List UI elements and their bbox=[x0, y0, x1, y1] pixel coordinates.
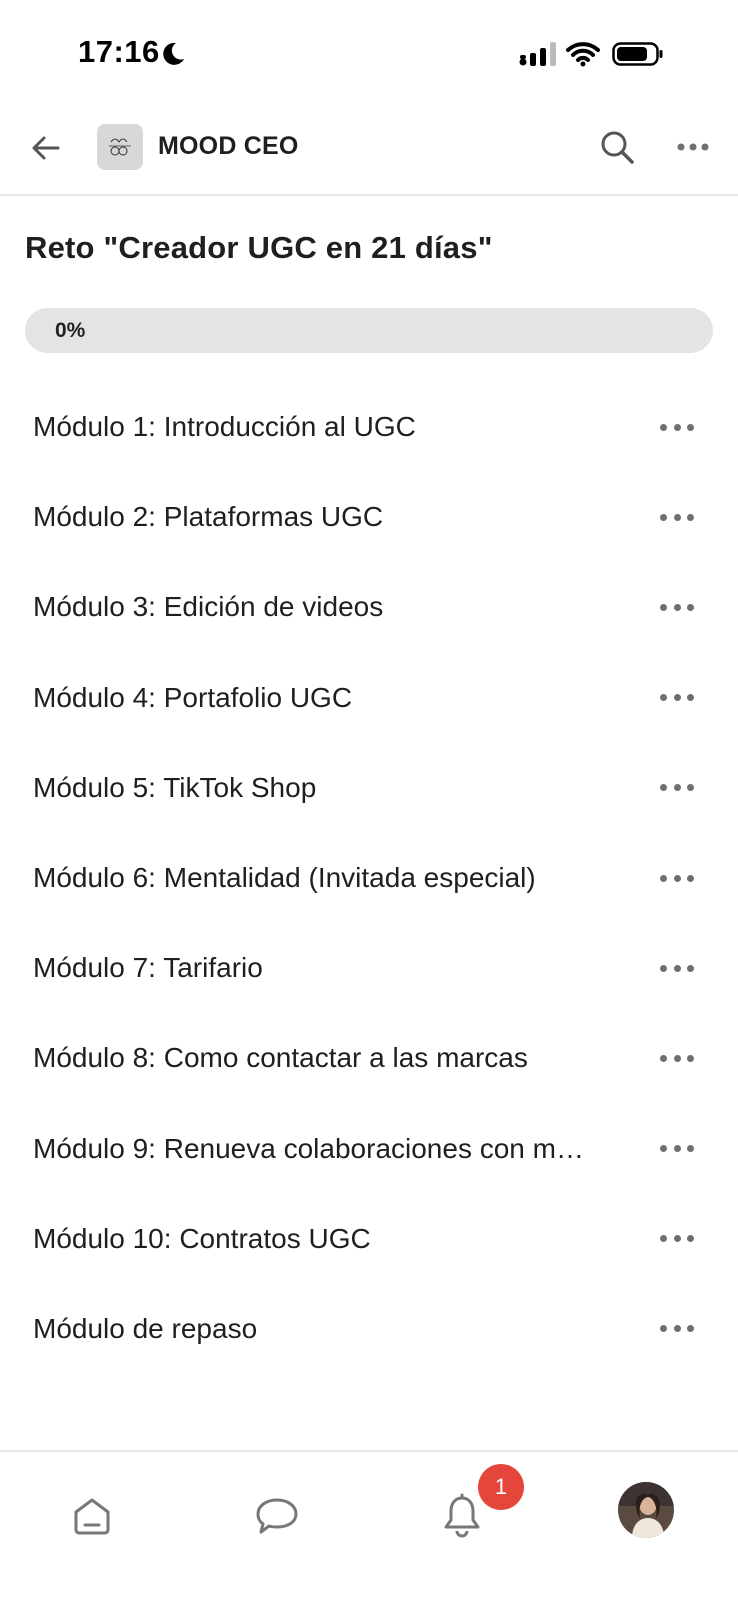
battery-icon bbox=[612, 42, 663, 66]
course-progress-bar: 0% bbox=[25, 308, 713, 353]
module-row-5[interactable]: Módulo 5: TikTok Shop bbox=[0, 743, 738, 833]
wifi-icon bbox=[566, 42, 600, 67]
status-time: 17:16 bbox=[78, 34, 160, 69]
nav-home[interactable] bbox=[64, 1488, 120, 1544]
module-more-icon[interactable] bbox=[660, 417, 694, 437]
course-title: Reto "Creador UGC en 21 días" bbox=[25, 230, 493, 265]
module-label: Módulo 6: Mentalidad (Invitada especial) bbox=[33, 862, 536, 894]
status-bar: 17:16 bbox=[0, 0, 738, 110]
signal-icon bbox=[519, 42, 556, 66]
group-logo-mark bbox=[109, 138, 131, 156]
profile-avatar[interactable] bbox=[618, 1482, 674, 1538]
module-more-icon[interactable] bbox=[660, 778, 694, 798]
module-more-icon[interactable] bbox=[660, 597, 694, 617]
group-logo[interactable] bbox=[97, 124, 143, 170]
bottom-nav: 1 bbox=[0, 1450, 738, 1600]
module-more-icon[interactable] bbox=[660, 688, 694, 708]
module-label: Módulo 5: TikTok Shop bbox=[33, 771, 317, 803]
module-more-icon[interactable] bbox=[660, 958, 694, 978]
more-options-icon[interactable] bbox=[676, 136, 710, 158]
module-label: Módulo 9: Renueva colaboraciones con m… bbox=[33, 1132, 584, 1164]
module-label: Módulo 2: Plataformas UGC bbox=[33, 501, 384, 533]
module-more-icon[interactable] bbox=[660, 1229, 694, 1249]
bell-icon bbox=[444, 1493, 480, 1538]
group-title: MOOD CEO bbox=[158, 132, 299, 160]
chat-icon bbox=[256, 1498, 298, 1534]
module-label: Módulo 10: Contratos UGC bbox=[33, 1222, 371, 1254]
module-label: Módulo 8: Como contactar a las marcas bbox=[33, 1042, 528, 1074]
module-row-4[interactable]: Módulo 4: Portafolio UGC bbox=[0, 653, 738, 743]
module-row-2[interactable]: Módulo 2: Plataformas UGC bbox=[0, 472, 738, 562]
module-more-icon[interactable] bbox=[660, 868, 694, 888]
module-more-icon[interactable] bbox=[660, 1319, 694, 1339]
search-icon[interactable] bbox=[598, 128, 636, 166]
avatar-image bbox=[618, 1482, 674, 1538]
module-row-6[interactable]: Módulo 6: Mentalidad (Invitada especial) bbox=[0, 833, 738, 923]
module-more-icon[interactable] bbox=[660, 507, 694, 527]
module-row-7[interactable]: Módulo 7: Tarifario bbox=[0, 923, 738, 1013]
module-label: Módulo 3: Edición de videos bbox=[33, 591, 384, 623]
module-row-9[interactable]: Módulo 9: Renueva colaboraciones con m… bbox=[0, 1104, 738, 1194]
nav-chat[interactable] bbox=[249, 1488, 305, 1544]
module-label: Módulo de repaso bbox=[33, 1312, 258, 1344]
module-row-1[interactable]: Módulo 1: Introducción al UGC bbox=[0, 382, 738, 472]
module-label: Módulo 4: Portafolio UGC bbox=[33, 681, 353, 713]
module-list: Módulo 1: Introducción al UGC Módulo 2: … bbox=[0, 382, 738, 1374]
module-more-icon[interactable] bbox=[660, 1048, 694, 1068]
group-header: MOOD CEO bbox=[0, 110, 738, 196]
module-label: Módulo 1: Introducción al UGC bbox=[33, 411, 416, 443]
module-more-icon[interactable] bbox=[660, 1139, 694, 1159]
course-progress-label: 0% bbox=[55, 319, 86, 342]
back-arrow-icon[interactable] bbox=[28, 130, 64, 166]
home-icon bbox=[74, 1498, 110, 1535]
notification-badge: 1 bbox=[478, 1464, 524, 1510]
module-row-3[interactable]: Módulo 3: Edición de videos bbox=[0, 562, 738, 652]
module-row-8[interactable]: Módulo 8: Como contactar a las marcas bbox=[0, 1013, 738, 1103]
module-label: Módulo 7: Tarifario bbox=[33, 952, 263, 984]
module-row-review[interactable]: Módulo de repaso bbox=[0, 1284, 738, 1374]
module-row-10[interactable]: Módulo 10: Contratos UGC bbox=[0, 1194, 738, 1284]
moon-icon bbox=[163, 42, 184, 65]
